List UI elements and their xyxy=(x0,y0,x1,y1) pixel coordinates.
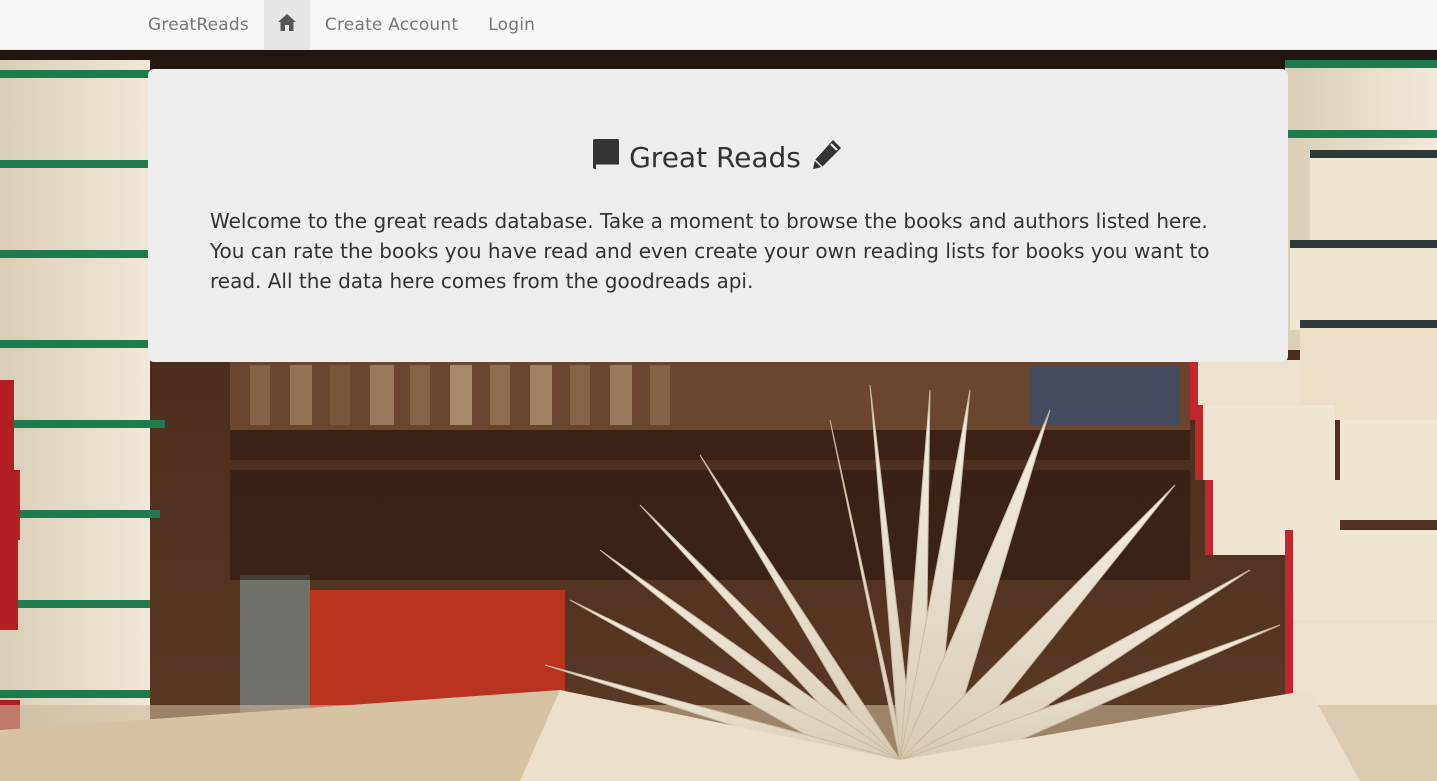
top-navbar: GreatReads Create Account Login xyxy=(0,0,1437,50)
create-account-link[interactable]: Create Account xyxy=(310,0,473,50)
home-icon xyxy=(277,14,296,36)
book-icon xyxy=(593,138,620,176)
login-link[interactable]: Login xyxy=(473,0,550,50)
page-title: Great Reads xyxy=(148,137,1288,177)
home-nav-button[interactable] xyxy=(263,0,310,50)
welcome-text: Welcome to the great reads database. Tak… xyxy=(210,209,1210,293)
welcome-jumbotron: Great Reads Welcome to the great reads d… xyxy=(148,69,1288,362)
brand-link[interactable]: GreatReads xyxy=(133,0,264,50)
pencil-icon xyxy=(811,138,843,177)
navbar-links: GreatReads Create Account Login xyxy=(133,0,550,50)
title-text: Great Reads xyxy=(629,140,801,174)
